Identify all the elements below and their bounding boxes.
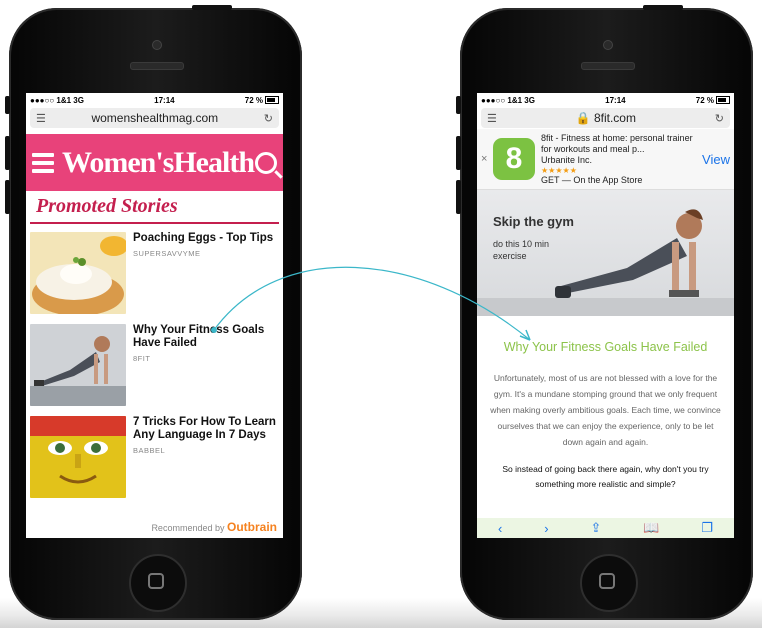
connector-arrow bbox=[211, 266, 531, 341]
